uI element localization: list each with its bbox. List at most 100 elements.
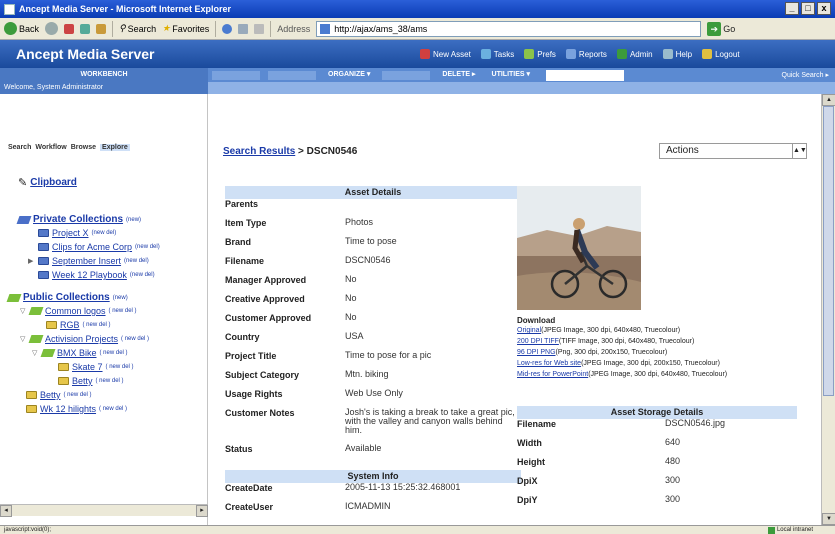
tree-item-label[interactable]: Skate 7: [72, 362, 103, 372]
left-horizontal-scrollbar[interactable]: ◂ ▸: [0, 504, 208, 517]
tree-item-label[interactable]: September Insert: [52, 256, 121, 266]
nav-logout[interactable]: Logout: [702, 49, 740, 59]
tree-item-week12[interactable]: Week 12 Playbook (new del): [38, 270, 155, 280]
tree-item-actions[interactable]: ( new del ): [64, 392, 92, 398]
go-button[interactable]: ➔ Go: [707, 21, 735, 36]
tree-item-actions[interactable]: (new del): [135, 244, 160, 250]
collapse-arrow-icon[interactable]: ▽: [32, 349, 39, 357]
menu-organize[interactable]: ORGANIZE ▾: [320, 68, 378, 82]
tree-item-activision[interactable]: ▽ Activision Projects ( new del ): [20, 334, 149, 344]
tree-item-common-logos[interactable]: ▽ Common logos ( new del ): [20, 306, 137, 316]
scroll-left-icon[interactable]: ◂: [0, 505, 12, 517]
home-button[interactable]: [96, 23, 107, 34]
asset-thumbnail[interactable]: [517, 186, 641, 310]
menu-blank-2[interactable]: [268, 70, 316, 80]
tree-item-label[interactable]: Betty: [40, 390, 61, 400]
tree-item-actions[interactable]: ( new del ): [96, 378, 124, 384]
menu-blank-3[interactable]: [382, 70, 431, 80]
nav-new-asset[interactable]: New Asset: [420, 49, 471, 59]
search-button[interactable]: ⚲ Search: [119, 23, 156, 34]
favorites-button[interactable]: ★ Favorites: [162, 23, 209, 34]
private-collections-link[interactable]: Private Collections: [33, 214, 123, 225]
menu-delete[interactable]: DELETE ▸: [434, 68, 483, 82]
clipboard-node[interactable]: ✎ Clipboard: [18, 176, 77, 189]
nav-prefs[interactable]: Prefs: [524, 49, 556, 59]
nav-tasks[interactable]: Tasks: [480, 49, 514, 59]
tree-item-actions[interactable]: ( new del ): [106, 364, 134, 370]
print-button[interactable]: [254, 23, 265, 34]
download-original-link[interactable]: Original: [517, 327, 541, 334]
tree-item-actions[interactable]: (new del): [124, 258, 149, 264]
scroll-down-icon[interactable]: ▼: [822, 513, 835, 525]
tree-item-label[interactable]: Activision Projects: [45, 334, 118, 344]
tree-item-september-insert[interactable]: ▶ September Insert (new del): [28, 256, 149, 266]
download-tiff-link[interactable]: 200 DPI TIFF: [517, 338, 559, 345]
mail-button[interactable]: [238, 23, 249, 34]
tree-item-rgb[interactable]: RGB ( new del ): [46, 320, 111, 330]
storage-detail-row: DpiX 300: [517, 476, 797, 495]
menu-utilities[interactable]: UTILITIES ▾: [484, 68, 539, 82]
collapse-arrow-icon[interactable]: ▽: [20, 335, 27, 343]
tree-item-actions[interactable]: ( new del ): [99, 406, 127, 412]
tree-item-skate7[interactable]: Skate 7 ( new del ): [58, 362, 134, 372]
folder-icon: [58, 377, 69, 385]
tree-item-actions[interactable]: ( new del ): [83, 322, 111, 328]
tree-item-bmx-bike[interactable]: ▽ BMX Bike ( new del ): [32, 348, 128, 358]
tree-item-clips-acme[interactable]: Clips for Acme Corp (new del): [38, 242, 160, 252]
tree-item-actions[interactable]: (new del): [92, 230, 117, 236]
public-new-link[interactable]: (new): [113, 295, 128, 301]
scroll-right-icon[interactable]: ▸: [196, 505, 208, 517]
tree-item-label[interactable]: Project X: [52, 228, 89, 238]
tab-explore[interactable]: Explore: [100, 144, 130, 151]
tree-item-actions[interactable]: ( new del ): [100, 350, 128, 356]
close-button[interactable]: x: [817, 2, 831, 15]
address-bar[interactable]: http://ajax/ams_38/ams: [316, 20, 702, 37]
tree-item-label[interactable]: Common logos: [45, 306, 106, 316]
tree-item-label[interactable]: Clips for Acme Corp: [52, 242, 132, 252]
quick-search-button[interactable]: Quick Search ▸: [782, 71, 835, 79]
menu-blank-1[interactable]: [212, 70, 260, 80]
tree-item-wk12-hilights[interactable]: Wk 12 hilights ( new del ): [26, 404, 127, 414]
tree-item-label[interactable]: Wk 12 hilights: [40, 404, 96, 414]
tab-browse[interactable]: Browse: [71, 144, 96, 151]
public-collections-node[interactable]: Public Collections (new): [6, 292, 128, 303]
tree-item-label[interactable]: Week 12 Playbook: [52, 270, 127, 280]
tree-item-actions[interactable]: (new del): [130, 272, 155, 278]
breadcrumb-search-results[interactable]: Search Results: [223, 146, 295, 157]
tree-item-label[interactable]: Betty: [72, 376, 93, 386]
clipboard-link[interactable]: Clipboard: [30, 177, 77, 188]
nav-admin[interactable]: Admin: [616, 49, 653, 59]
tree-item-label[interactable]: RGB: [60, 320, 80, 330]
forward-button[interactable]: [45, 22, 59, 35]
minimize-button[interactable]: _: [785, 2, 799, 15]
tree-item-betty[interactable]: Betty ( new del ): [26, 390, 92, 400]
tree-item-actions[interactable]: ( new del ): [109, 308, 137, 314]
tab-workflow[interactable]: Workflow: [35, 144, 66, 151]
tab-search[interactable]: Search: [8, 144, 31, 151]
vertical-scrollbar[interactable]: ▲ ▼: [821, 94, 835, 525]
nav-help[interactable]: Help: [662, 49, 692, 59]
stop-button[interactable]: [64, 23, 75, 34]
actions-dropdown[interactable]: Actions ▲▼: [659, 143, 807, 159]
maximize-button[interactable]: □: [801, 2, 815, 15]
collapse-arrow-icon[interactable]: ▽: [20, 307, 27, 315]
nav-reports[interactable]: Reports: [565, 49, 607, 59]
private-new-link[interactable]: (new): [126, 217, 141, 223]
download-png-link[interactable]: 96 DPI PNG: [517, 349, 556, 356]
expand-arrow-icon[interactable]: ▶: [28, 257, 35, 265]
public-collections-link[interactable]: Public Collections: [23, 292, 110, 303]
tree-item-betty-nested[interactable]: Betty ( new del ): [58, 376, 124, 386]
scroll-up-icon[interactable]: ▲: [822, 94, 835, 106]
back-button[interactable]: Back: [4, 22, 39, 35]
quick-search-input[interactable]: [546, 69, 625, 81]
scroll-thumb[interactable]: [823, 106, 834, 396]
private-collections-node[interactable]: Private Collections (new): [16, 214, 141, 225]
tree-item-actions[interactable]: ( new del ): [121, 336, 149, 342]
tree-item-project-x[interactable]: Project X (new del): [38, 228, 116, 238]
media-button[interactable]: [222, 23, 233, 34]
tree-item-label[interactable]: BMX Bike: [57, 348, 97, 358]
refresh-button[interactable]: [80, 23, 91, 34]
home-icon: [96, 23, 107, 34]
download-web-link[interactable]: Low-res for Web site: [517, 360, 581, 367]
download-powerpoint-link[interactable]: Mid-res for PowerPoint: [517, 371, 588, 378]
